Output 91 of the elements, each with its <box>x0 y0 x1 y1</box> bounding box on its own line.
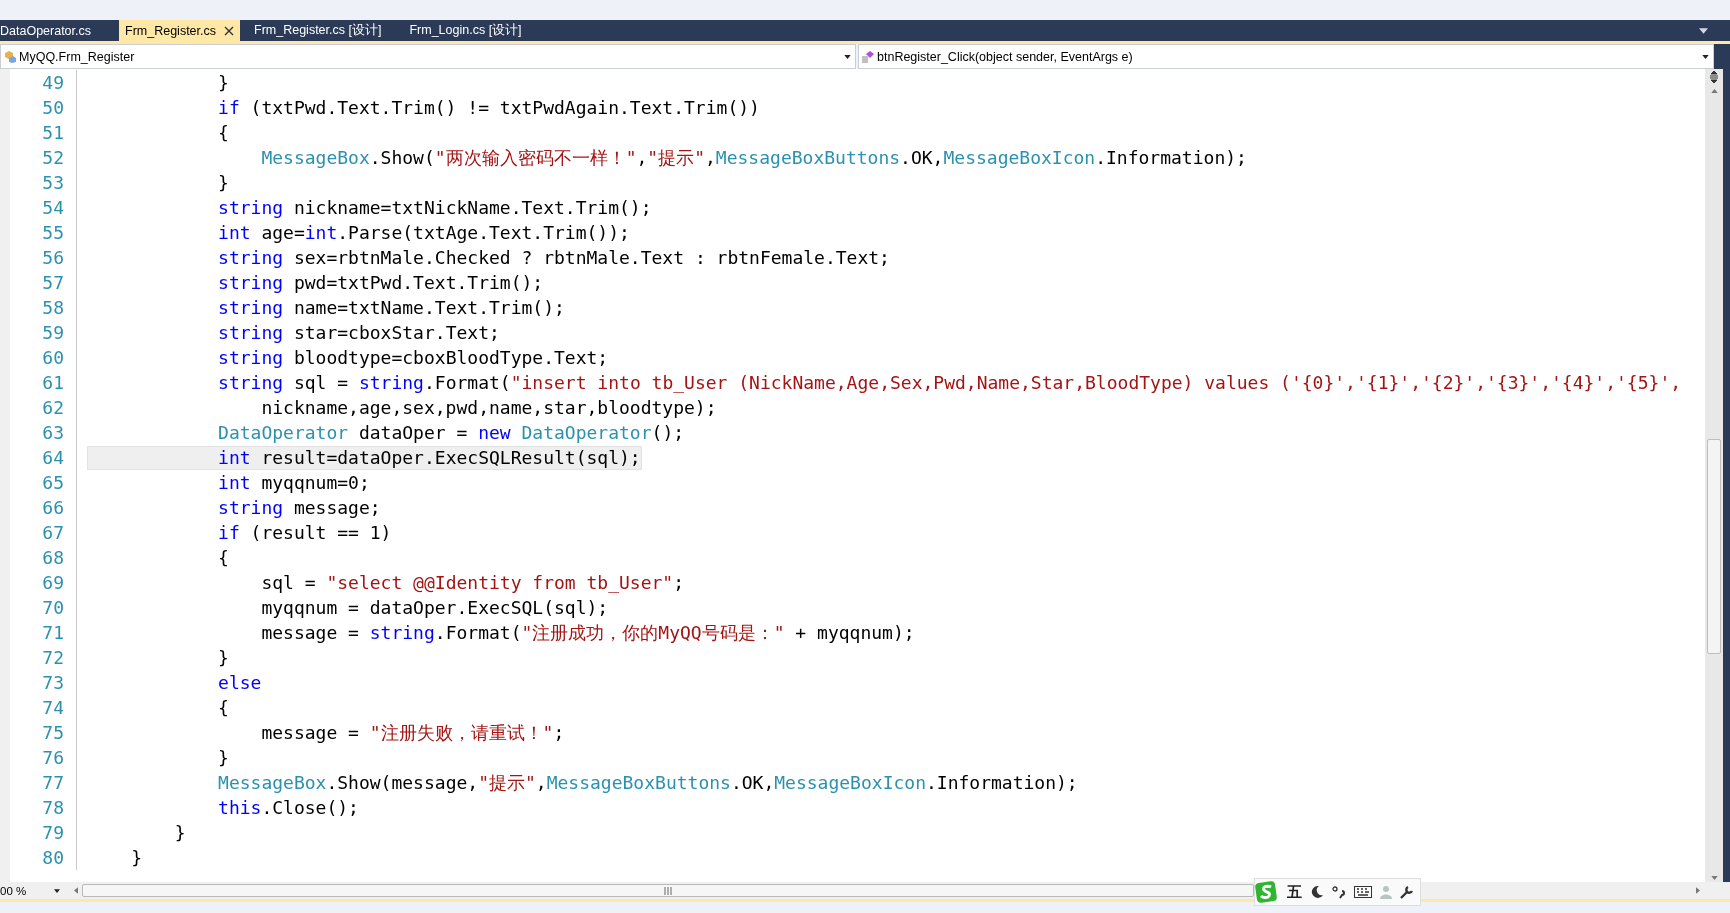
code-line: MessageBox.Show("两次输入密码不一样！","提示",MessageBoxButtons.OK,MessageBoxIcon.Information); <box>260 146 1247 169</box>
code-line: int myqqnum=0; <box>217 471 370 494</box>
line-number: 53 <box>41 172 64 193</box>
line-number: 52 <box>41 147 64 168</box>
splitter-icon[interactable] <box>1708 71 1720 83</box>
line-number: 68 <box>41 547 64 568</box>
line-number: 77 <box>41 772 64 793</box>
code-line: string bloodtype=cboxBloodType.Text; <box>217 346 609 369</box>
vertical-scrollbar[interactable] <box>1705 69 1723 882</box>
line-number: 63 <box>41 422 64 443</box>
code-line: MessageBox.Show(message,"提示",MessageBoxButtons.OK,MessageBoxIcon.Information); <box>217 771 1078 794</box>
line-number: 56 <box>41 247 64 268</box>
code-line: } <box>217 71 229 94</box>
code-line: } <box>217 746 229 769</box>
code-line: string message; <box>217 496 381 519</box>
code-line: } <box>217 171 229 194</box>
code-line: string sql = string.Format("insert into tb_User (NickName,Age,Sex,Pwd,Name,Star,BloodType) values ('{0}','{1}','{2}','{3}','{4}','{5}', <box>217 371 1682 394</box>
line-number: 49 <box>41 72 64 93</box>
line-number: 71 <box>41 622 64 643</box>
line-number: 65 <box>41 472 64 493</box>
code-line: else <box>217 671 262 694</box>
code-line: string sex=rbtnMale.Checked ? rbtnMale.Text : rbtnFemale.Text; <box>217 246 890 269</box>
caret-icon <box>1702 54 1709 59</box>
input-mode-toggle[interactable]: 五 <box>1287 882 1302 902</box>
file-tab[interactable]: DataOperator.cs <box>0 20 105 41</box>
code-line: } <box>217 646 229 669</box>
punctuation-icon[interactable] <box>1332 885 1346 899</box>
line-number: 70 <box>41 597 64 618</box>
class-icon <box>3 49 17 64</box>
code-line: { <box>217 546 229 569</box>
code-line: if (txtPwd.Text.Trim() != txtPwdAgain.Text.Trim()) <box>217 96 760 119</box>
line-number: 76 <box>41 747 64 768</box>
close-icon[interactable] <box>224 25 234 36</box>
code-line: { <box>217 121 229 144</box>
line-number: 60 <box>41 347 64 368</box>
scroll-left-icon[interactable] <box>74 887 78 894</box>
code-line: { <box>217 696 229 719</box>
scroll-up-icon[interactable] <box>1710 89 1718 93</box>
code-line: this.Close(); <box>217 796 359 819</box>
code-line: string star=cboxStar.Text; <box>217 321 500 344</box>
ime-logo-icon[interactable] <box>1255 880 1279 904</box>
code-line: message = "注册失败，请重试！"; <box>260 721 565 744</box>
line-number: 61 <box>41 372 64 393</box>
scroll-down-icon[interactable] <box>1710 876 1718 880</box>
line-number: 57 <box>41 272 64 293</box>
line-number: 75 <box>41 722 64 743</box>
code-line: if (result == 1) <box>217 521 392 544</box>
line-number: 66 <box>41 497 64 518</box>
line-number: 74 <box>41 697 64 718</box>
line-number: 64 <box>41 447 64 468</box>
line-number: 51 <box>41 122 64 143</box>
moon-icon[interactable] <box>1310 885 1324 899</box>
code-line: } <box>173 821 186 844</box>
line-number: 50 <box>41 97 64 118</box>
code-line: DataOperator dataOper = new DataOperator(); <box>217 421 685 444</box>
code-line: message = string.Format("注册成功，你的MyQQ号码是：" + myqqnum); <box>260 621 915 644</box>
class-dropdown[interactable]: MyQQ.Frm_Register <box>0 44 856 69</box>
code-line: string pwd=txtPwd.Text.Trim(); <box>217 271 544 294</box>
scroll-thumb[interactable] <box>82 884 1254 897</box>
code-line: myqqnum = dataOper.ExecSQL(sql); <box>260 596 609 619</box>
code-line: nickname,age,sex,pwd,name,star,bloodtype); <box>260 396 717 419</box>
line-number: 54 <box>41 197 64 218</box>
line-number: 59 <box>41 322 64 343</box>
code-line: sql = "select @@Identity from tb_User"; <box>260 571 685 594</box>
file-tab[interactable]: Frm_Register.cs <box>119 20 240 41</box>
dropdown-icon[interactable] <box>1699 27 1708 34</box>
keyboard-icon[interactable] <box>1354 886 1372 898</box>
line-number: 67 <box>41 522 64 543</box>
line-number: 72 <box>41 647 64 668</box>
line-number: 62 <box>41 397 64 418</box>
zoom-dropdown[interactable]: 00 % <box>0 884 66 897</box>
scroll-thumb[interactable] <box>1707 439 1721 654</box>
code-line: } <box>130 846 143 869</box>
file-tab[interactable]: Frm_Login.cs [设计] <box>409 20 536 41</box>
wrench-icon[interactable] <box>1400 885 1414 899</box>
line-number: 73 <box>41 672 64 693</box>
code-line: string nickname=txtNickName.Text.Trim(); <box>217 196 652 219</box>
member-dropdown[interactable]: btnRegister_Click(object sender, EventArgs e) <box>858 44 1714 69</box>
method-icon <box>861 49 875 64</box>
caret-icon <box>844 54 851 59</box>
line-number: 55 <box>41 222 64 243</box>
line-number: 80 <box>41 847 64 868</box>
code-line: string name=txtName.Text.Trim(); <box>217 296 565 319</box>
line-number: 78 <box>41 797 64 818</box>
line-number: 79 <box>41 822 64 843</box>
line-number: 69 <box>41 572 64 593</box>
file-tab[interactable]: Frm_Register.cs [设计] <box>254 20 396 41</box>
caret-icon <box>54 888 60 893</box>
line-number: 58 <box>41 297 64 318</box>
scroll-right-icon[interactable] <box>1696 887 1700 894</box>
code-line: int age=int.Parse(txtAge.Text.Trim()); <box>217 221 630 244</box>
